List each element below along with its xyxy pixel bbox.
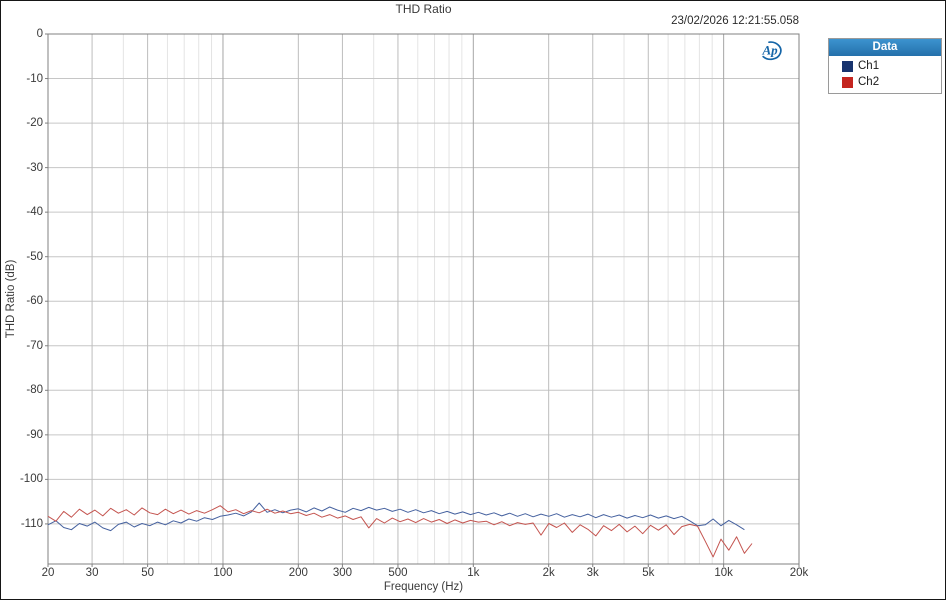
x-tick-label: 2k	[527, 566, 571, 580]
y-tick-label: 0	[1, 27, 43, 41]
ch1-color-swatch	[842, 61, 853, 72]
y-tick-label: -100	[1, 472, 43, 486]
legend-item-label: Ch2	[858, 76, 879, 88]
x-axis-label: Frequency (Hz)	[48, 581, 799, 593]
ch2-color-swatch	[842, 77, 853, 88]
ap-logo-icon: Ap	[757, 39, 789, 63]
y-tick-label: -60	[1, 294, 43, 308]
x-tick-label: 300	[320, 566, 364, 580]
plot-border	[48, 34, 799, 564]
y-tick-label: -70	[1, 339, 43, 353]
timestamp: 23/02/2026 12:21:55.058	[48, 15, 799, 27]
y-tick-label: -50	[1, 250, 43, 264]
legend-item-ch2[interactable]: Ch2	[829, 72, 941, 88]
x-tick-label: 5k	[626, 566, 670, 580]
y-tick-label: -40	[1, 205, 43, 219]
plot-area[interactable]	[1, 1, 946, 600]
x-tick-label: 3k	[571, 566, 615, 580]
graph-window: THD Ratio 23/02/2026 12:21:55.058 THD Ra…	[0, 0, 946, 600]
legend-header: Data	[829, 39, 941, 56]
y-tick-label: -90	[1, 428, 43, 442]
legend-item-ch1[interactable]: Ch1	[829, 56, 941, 72]
x-tick-label: 10k	[702, 566, 746, 580]
x-tick-label: 100	[201, 566, 245, 580]
y-tick-label: -30	[1, 161, 43, 175]
legend-panel: Data Ch1 Ch2	[828, 38, 942, 94]
x-tick-label: 500	[376, 566, 420, 580]
x-tick-label: 30	[70, 566, 114, 580]
x-tick-label: 1k	[451, 566, 495, 580]
series-ch2-line	[48, 506, 752, 557]
ap-logo-text: Ap	[762, 43, 779, 58]
y-tick-label: -10	[1, 72, 43, 86]
x-tick-label: 50	[126, 566, 170, 580]
series-ch1-line	[48, 503, 744, 531]
x-tick-label: 20k	[777, 566, 821, 580]
x-tick-label: 20	[26, 566, 70, 580]
legend-item-label: Ch1	[858, 60, 879, 72]
x-tick-label: 200	[276, 566, 320, 580]
y-tick-label: -80	[1, 383, 43, 397]
y-tick-label: -110	[1, 517, 43, 531]
chart-title: THD Ratio	[48, 2, 799, 16]
y-tick-label: -20	[1, 116, 43, 130]
